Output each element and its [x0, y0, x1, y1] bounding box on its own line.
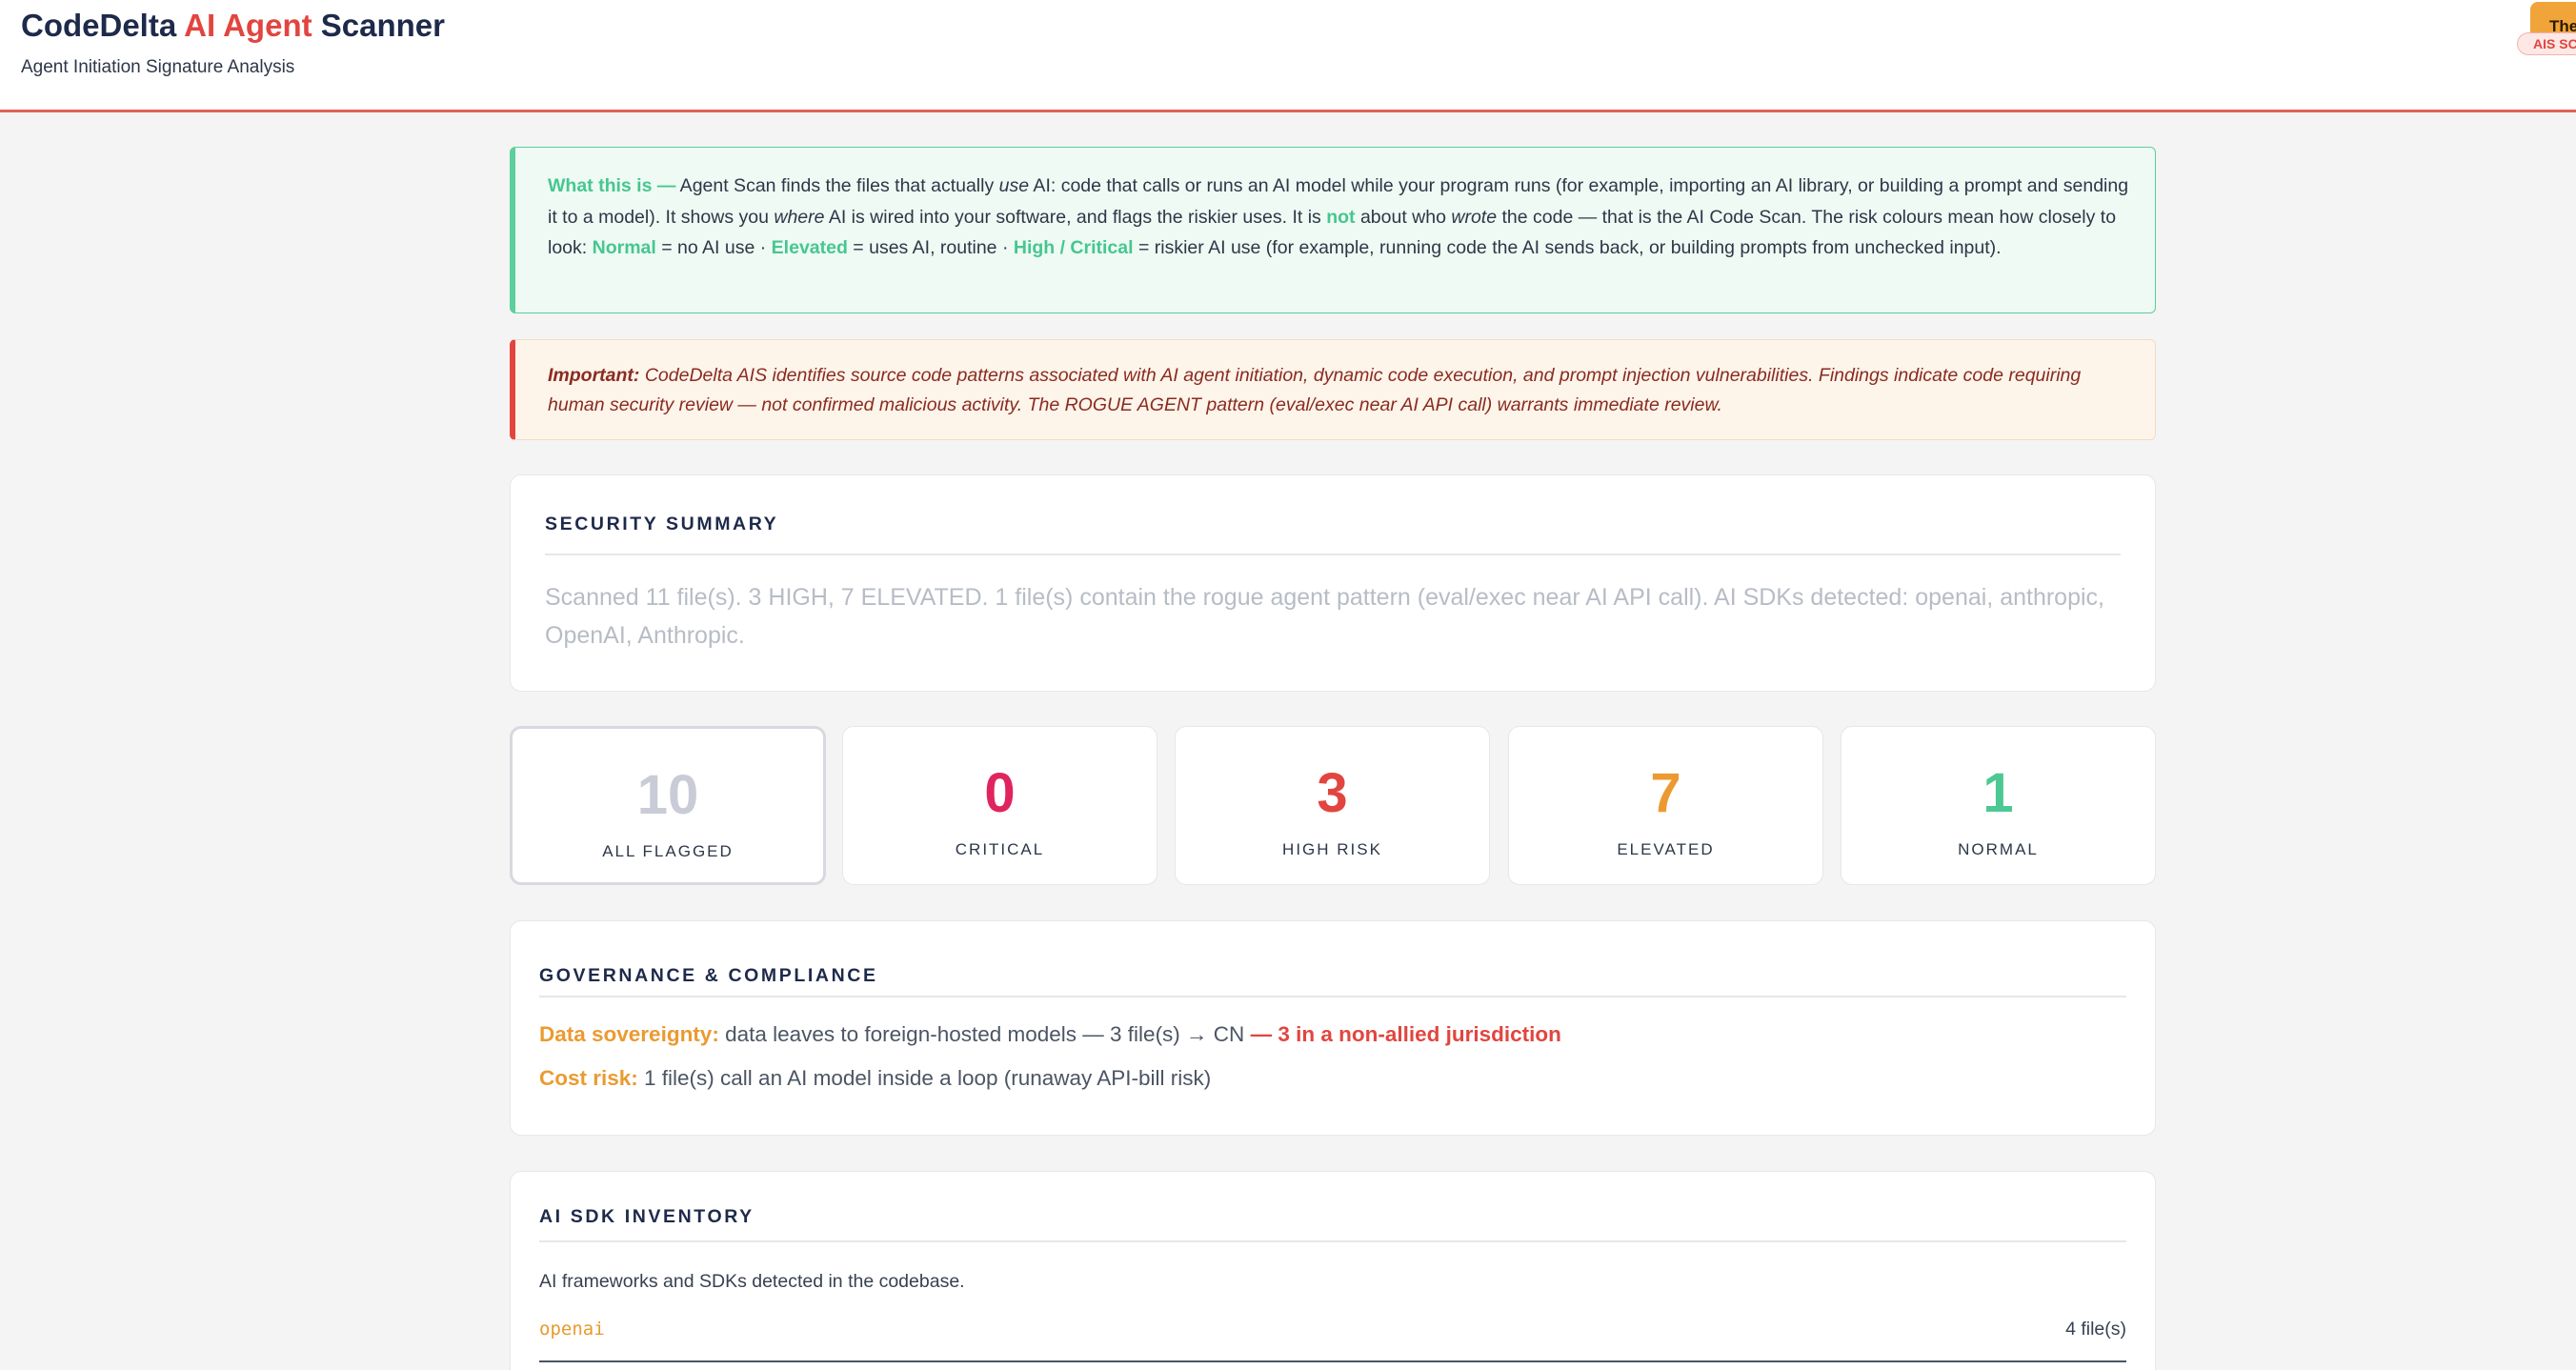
app-title: CodeDelta AI Agent Scanner — [21, 8, 445, 44]
governance-card: GOVERNANCE & COMPLIANCE Data sovereignty… — [510, 920, 2156, 1136]
info-normal-legend: Normal — [592, 237, 656, 258]
sdk-name: openai — [539, 1319, 605, 1340]
app-subtitle: Agent Initiation Signature Analysis — [21, 57, 295, 77]
divider — [545, 554, 2121, 555]
app-title-accent: AI Agent — [184, 8, 312, 43]
cost-risk-text: 1 file(s) call an AI model inside a loop… — [637, 1066, 1212, 1090]
scan-type-badge: AIS SCAN — [2517, 32, 2576, 55]
stat-card-elevated[interactable]: 7 ELEVATED — [1508, 726, 1823, 885]
important-label: Important: — [548, 365, 640, 386]
stat-label: ELEVATED — [1617, 840, 1715, 858]
app-title-suffix: Scanner — [320, 8, 445, 43]
info-text-3: AI is wired into your software, and flag… — [824, 206, 1327, 228]
stat-value: 1 — [1982, 762, 2014, 824]
stat-label: HIGH RISK — [1282, 840, 1382, 858]
important-text: CodeDelta AIS identifies source code pat… — [548, 365, 2082, 415]
info-not: not — [1326, 206, 1356, 228]
stat-card-high-risk[interactable]: 3 HIGH RISK — [1175, 726, 1490, 885]
info-callout: What this is — Agent Scan finds the file… — [510, 147, 2156, 313]
sdk-file-count: 4 file(s) — [2065, 1319, 2126, 1340]
sdk-inventory-title: AI SDK INVENTORY — [539, 1206, 755, 1227]
info-em-use: use — [998, 175, 1030, 196]
data-sovereignty-label: Data sovereignty: — [539, 1022, 719, 1046]
stat-card-normal[interactable]: 1 NORMAL — [1841, 726, 2156, 885]
sdk-inventory-card: AI SDK INVENTORY AI frameworks and SDKs … — [510, 1171, 2156, 1370]
stat-value: 10 — [636, 764, 699, 826]
governance-title: GOVERNANCE & COMPLIANCE — [539, 965, 878, 986]
cost-risk-label: Cost risk: — [539, 1066, 638, 1090]
stat-label: CRITICAL — [955, 840, 1045, 858]
info-high-legend: High / Critical — [1013, 237, 1134, 258]
stat-label: ALL FLAGGED — [602, 842, 734, 860]
important-notice: Important: CodeDelta AIS identifies sour… — [510, 339, 2156, 440]
jurisdiction-alert: — 3 in a non-allied jurisdiction — [1250, 1022, 1561, 1046]
stat-label: NORMAL — [1958, 840, 2039, 858]
cost-risk-line: Cost risk: 1 file(s) call an AI model in… — [539, 1066, 1211, 1091]
stat-value: 0 — [984, 762, 1016, 824]
info-elevated-legend: Elevated — [771, 237, 848, 258]
info-lead: What this is — — [548, 175, 676, 196]
app-title-brand: CodeDelta — [21, 8, 177, 43]
divider — [539, 996, 2126, 997]
stat-value: 3 — [1317, 762, 1348, 824]
data-sovereignty-line: Data sovereignty: data leaves to foreign… — [539, 1022, 1561, 1047]
stat-card-critical[interactable]: 0 CRITICAL — [842, 726, 1157, 885]
sdk-row[interactable]: openai 4 file(s) — [539, 1315, 2126, 1362]
stat-value: 7 — [1650, 762, 1681, 824]
info-text-4: about who — [1355, 206, 1452, 228]
info-text-7: = uses AI, routine · — [847, 237, 1014, 258]
security-summary-text: Scanned 11 file(s). 3 HIGH, 7 ELEVATED. … — [545, 584, 2104, 649]
info-text-8: = riskier AI use (for example, running c… — [1133, 237, 2002, 258]
sdk-inventory-description: AI frameworks and SDKs detected in the c… — [539, 1271, 965, 1292]
data-sovereignty-text: data leaves to foreign-hosted models — 3… — [718, 1022, 1251, 1046]
security-summary-title: SECURITY SUMMARY — [545, 514, 779, 534]
divider — [539, 1240, 2126, 1242]
info-em-wrote: wrote — [1451, 206, 1498, 228]
security-summary-card: SECURITY SUMMARY Scanned 11 file(s). 3 H… — [510, 474, 2156, 692]
info-text-6: = no AI use · — [655, 237, 772, 258]
info-em-where: where — [774, 206, 825, 228]
stat-card-all-flagged[interactable]: 10 ALL FLAGGED — [510, 726, 826, 885]
app-header: CodeDelta AI Agent Scanner Agent Initiat… — [0, 0, 2576, 112]
info-text-1: Agent Scan finds the files that actually — [675, 175, 999, 196]
